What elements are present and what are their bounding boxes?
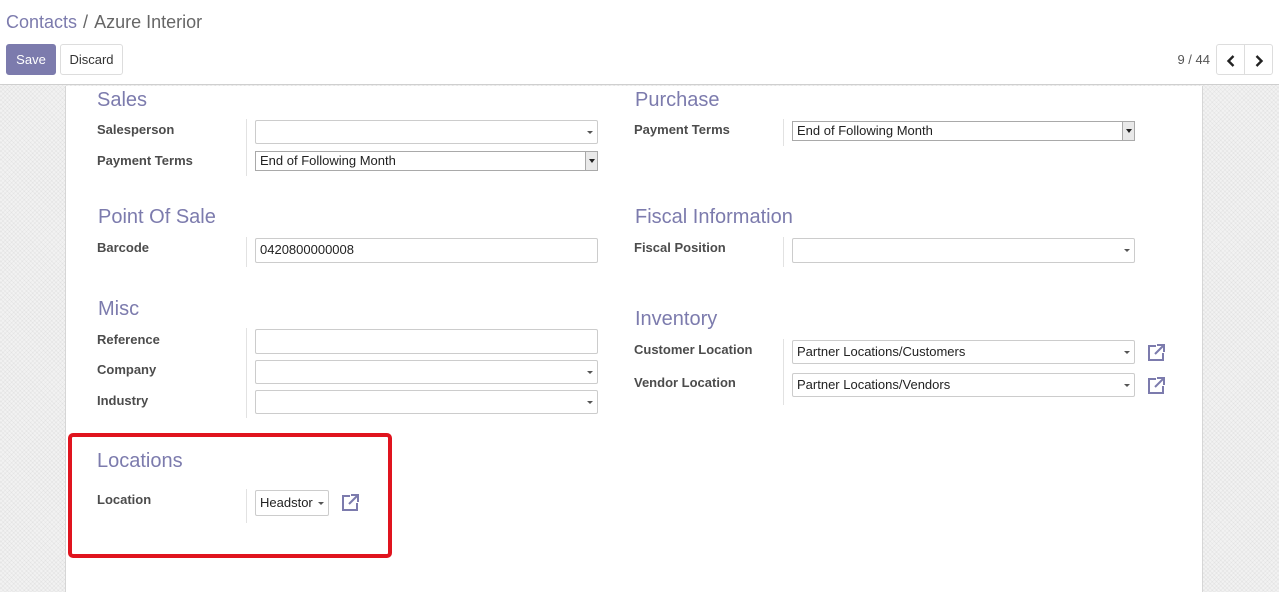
vendor-location-label: Vendor Location xyxy=(634,375,736,390)
location-field[interactable]: Headstor xyxy=(255,490,329,516)
customer-location-field[interactable]: Partner Locations/Customers xyxy=(792,340,1135,364)
reference-field[interactable] xyxy=(255,329,598,354)
breadcrumb: Contacts / Azure Interior xyxy=(6,12,202,33)
sales-payment-terms-value: End of Following Month xyxy=(260,153,396,168)
chevron-left-icon xyxy=(1226,54,1234,67)
sales-payment-terms-label: Payment Terms xyxy=(97,153,193,168)
barcode-field[interactable]: 0420800000008 xyxy=(255,238,598,263)
caret-down-icon xyxy=(1124,351,1130,354)
location-external-link-icon[interactable] xyxy=(340,493,360,513)
industry-label: Industry xyxy=(97,393,149,408)
breadcrumb-current: Azure Interior xyxy=(94,12,203,32)
pager-value[interactable]: 9 / 44 xyxy=(1177,52,1210,67)
pager-previous-button[interactable] xyxy=(1216,44,1245,75)
customer-location-external-link-icon[interactable] xyxy=(1146,343,1166,363)
caret-down-icon xyxy=(318,502,324,505)
misc-group-title: Misc xyxy=(98,298,140,320)
field-separator xyxy=(246,119,247,176)
control-panel: Contacts / Azure Interior Save Discard 9 /… xyxy=(0,0,1279,85)
fiscal-group-title: Fiscal Information xyxy=(635,206,793,228)
vendor-location-external-link-icon[interactable] xyxy=(1146,376,1166,396)
purchase-group-title: Purchase xyxy=(635,89,720,111)
caret-down-icon xyxy=(587,131,593,134)
discard-button[interactable]: Discard xyxy=(60,44,123,75)
select-arrow-icon xyxy=(1122,122,1134,140)
location-label: Location xyxy=(97,492,152,507)
purchase-payment-terms-select[interactable]: End of Following Month xyxy=(792,121,1135,141)
barcode-value: 0420800000008 xyxy=(260,242,354,257)
field-separator xyxy=(246,489,247,523)
fiscal-position-label: Fiscal Position xyxy=(634,240,726,255)
purchase-payment-terms-value: End of Following Month xyxy=(797,123,933,138)
form-sheet xyxy=(65,86,1203,592)
field-separator xyxy=(783,237,784,267)
caret-down-icon xyxy=(1124,384,1130,387)
vendor-location-field[interactable]: Partner Locations/Vendors xyxy=(792,373,1135,397)
purchase-payment-terms-label: Payment Terms xyxy=(634,122,730,137)
select-arrow-icon xyxy=(585,152,597,170)
field-separator xyxy=(246,237,247,267)
company-label: Company xyxy=(97,362,157,377)
pos-group-title: Point Of Sale xyxy=(98,206,216,228)
company-field[interactable] xyxy=(255,360,598,384)
vendor-location-value: Partner Locations/Vendors xyxy=(797,377,951,392)
caret-down-icon xyxy=(587,371,593,374)
caret-down-icon xyxy=(587,401,593,404)
sales-group-title: Sales xyxy=(97,89,148,111)
field-separator xyxy=(246,328,247,418)
save-button[interactable]: Save xyxy=(6,44,56,75)
caret-down-icon xyxy=(1124,249,1130,252)
field-separator xyxy=(783,339,784,405)
salesperson-label: Salesperson xyxy=(97,122,175,137)
sales-payment-terms-select[interactable]: End of Following Month xyxy=(255,151,598,171)
field-separator xyxy=(783,119,784,146)
fiscal-position-field[interactable] xyxy=(792,238,1135,263)
breadcrumb-separator: / xyxy=(83,12,89,32)
pager-next-button[interactable] xyxy=(1244,44,1273,75)
salesperson-field[interactable] xyxy=(255,120,598,144)
breadcrumb-contacts-link[interactable]: Contacts xyxy=(6,12,77,32)
inventory-group-title: Inventory xyxy=(635,308,718,330)
customer-location-value: Partner Locations/Customers xyxy=(797,344,966,359)
chevron-right-icon xyxy=(1255,54,1263,67)
location-value: Headstor xyxy=(260,495,313,510)
locations-group-title: Locations xyxy=(97,450,183,472)
barcode-label: Barcode xyxy=(97,240,150,255)
customer-location-label: Customer Location xyxy=(634,342,753,357)
reference-label: Reference xyxy=(97,332,160,347)
industry-field[interactable] xyxy=(255,390,598,414)
